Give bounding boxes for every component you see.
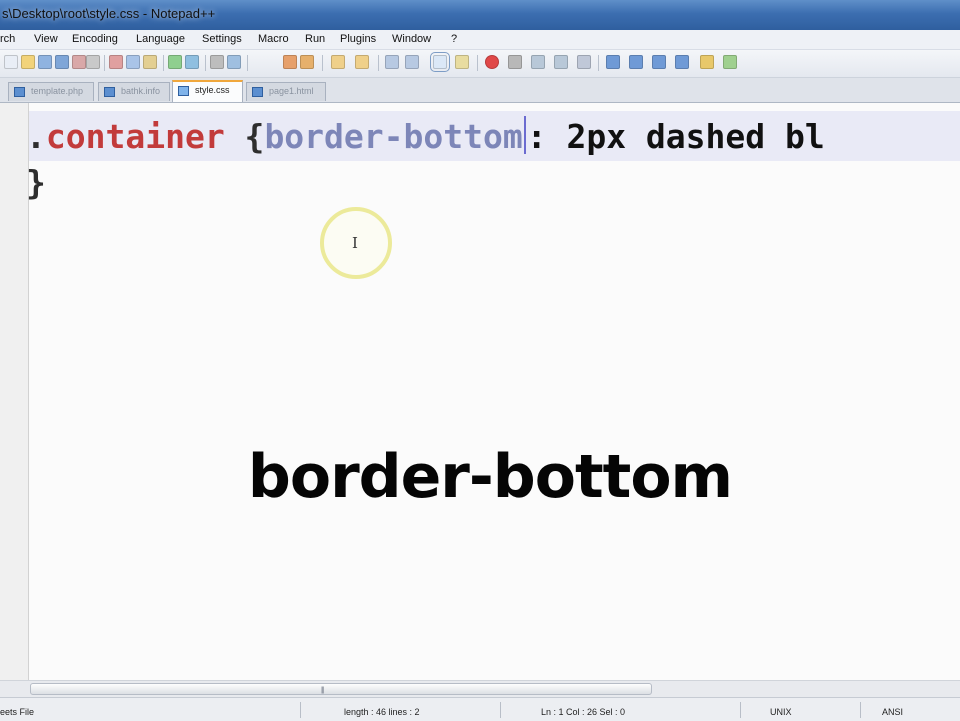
tab-bathk-info[interactable]: bathk.info: [98, 82, 170, 101]
menu-run[interactable]: Run: [305, 33, 325, 45]
close-icon[interactable]: [72, 55, 86, 69]
editor-pane[interactable]: .container {border-bottom: 2px dashed bl…: [0, 103, 960, 680]
tab-label: style.css: [195, 85, 230, 95]
cut-icon[interactable]: [109, 55, 123, 69]
toolbar-separator: [378, 55, 379, 71]
status-file-type: eets File: [0, 707, 35, 717]
file-icon: [252, 87, 263, 97]
status-separator: [740, 702, 741, 718]
menu-view[interactable]: View: [34, 33, 58, 45]
fold-icon[interactable]: [606, 55, 620, 69]
toolbar-separator: [598, 55, 599, 71]
file-icon: [104, 87, 115, 97]
status-length: length : 46 lines : 2: [344, 707, 420, 717]
tab-bar: template.php bathk.info style.css page1.…: [0, 78, 960, 103]
code-line-1[interactable]: .container {border-bottom: 2px dashed bl: [26, 114, 825, 160]
status-separator: [500, 702, 501, 718]
save-all-icon[interactable]: [55, 55, 69, 69]
title-bar: s\Desktop\root\style.css - Notepad++: [0, 0, 960, 30]
zoom-in-icon[interactable]: [283, 55, 297, 69]
scrollbar-thumb[interactable]: |||: [30, 683, 652, 695]
tab-page1-html[interactable]: page1.html: [246, 82, 326, 101]
tab-label: bathk.info: [121, 86, 161, 96]
zoom-out-icon[interactable]: [300, 55, 314, 69]
css-value: : 2px dashed bl: [526, 117, 825, 156]
status-eol: UNIX: [770, 707, 792, 717]
sync-vertical-icon[interactable]: [331, 55, 345, 69]
toolbar-separator: [104, 55, 105, 71]
selector-name: container: [45, 117, 225, 156]
play-multiple-icon[interactable]: [554, 55, 568, 69]
replace-icon[interactable]: [227, 55, 241, 69]
spellcheck-icon[interactable]: [723, 55, 737, 69]
play-macro-icon[interactable]: [531, 55, 545, 69]
tab-template-php[interactable]: template.php: [8, 82, 94, 101]
new-file-icon[interactable]: [4, 55, 18, 69]
scrollbar-grip-icon: |||: [321, 687, 325, 694]
toolbar: [0, 50, 960, 78]
tab-label: template.php: [31, 86, 84, 96]
toolbar-separator: [247, 55, 248, 71]
status-separator: [860, 702, 861, 718]
menu-bar: rch View Encoding Language Settings Macr…: [0, 30, 960, 50]
status-position: Ln : 1 Col : 26 Sel : 0: [541, 707, 626, 717]
find-icon[interactable]: [210, 55, 224, 69]
copy-icon[interactable]: [126, 55, 140, 69]
caption-overlay: border-bottom: [247, 442, 733, 512]
css-property: border-bottom: [264, 117, 523, 156]
file-icon: [14, 87, 25, 97]
print-icon[interactable]: [86, 55, 100, 69]
menu-search[interactable]: rch: [0, 33, 15, 45]
word-wrap-icon[interactable]: [385, 55, 399, 69]
menu-plugins[interactable]: Plugins: [340, 33, 376, 45]
menu-macro[interactable]: Macro: [258, 33, 289, 45]
status-separator: [300, 702, 301, 718]
window-title: s\Desktop\root\style.css - Notepad++: [2, 6, 216, 21]
up-icon[interactable]: [629, 55, 643, 69]
redo-icon[interactable]: [185, 55, 199, 69]
paste-icon[interactable]: [143, 55, 157, 69]
status-encoding: ANSI: [882, 707, 904, 717]
down-icon[interactable]: [652, 55, 666, 69]
save-icon[interactable]: [38, 55, 52, 69]
toolbar-separator: [322, 55, 323, 71]
save-macro-icon[interactable]: [577, 55, 591, 69]
show-all-chars-icon[interactable]: [405, 55, 419, 69]
brace-open: {: [224, 117, 265, 156]
menu-language[interactable]: Language: [136, 33, 185, 45]
horizontal-scrollbar[interactable]: |||: [0, 680, 960, 697]
status-bar: eets File length : 46 lines : 2 Ln : 1 C…: [0, 697, 960, 721]
line-number-gutter[interactable]: [0, 103, 29, 680]
tab-style-css[interactable]: style.css: [172, 80, 243, 102]
menu-window[interactable]: Window: [392, 33, 431, 45]
toolbar-separator: [477, 55, 478, 71]
menu-settings[interactable]: Settings: [202, 33, 242, 45]
brace-close: }: [26, 163, 46, 202]
stop-macro-icon[interactable]: [508, 55, 522, 69]
toolbar-separator: [205, 55, 206, 71]
text-caret: [523, 116, 526, 154]
tab-label: page1.html: [269, 86, 314, 96]
folder-icon[interactable]: [700, 55, 714, 69]
record-macro-icon[interactable]: [485, 55, 499, 69]
file-icon: [178, 86, 189, 96]
sync-horizontal-icon[interactable]: [355, 55, 369, 69]
ibeam-cursor-icon: I: [352, 234, 358, 252]
selector-dot: .: [26, 117, 46, 156]
doc-map-icon[interactable]: [455, 55, 469, 69]
toolbar-separator: [163, 55, 164, 71]
undo-icon[interactable]: [168, 55, 182, 69]
unfold-icon[interactable]: [675, 55, 689, 69]
indent-guide-icon[interactable]: [430, 52, 450, 72]
menu-help[interactable]: ?: [451, 33, 457, 45]
code-line-2[interactable]: }: [26, 160, 46, 206]
menu-encoding[interactable]: Encoding: [72, 33, 118, 45]
open-file-icon[interactable]: [21, 55, 35, 69]
